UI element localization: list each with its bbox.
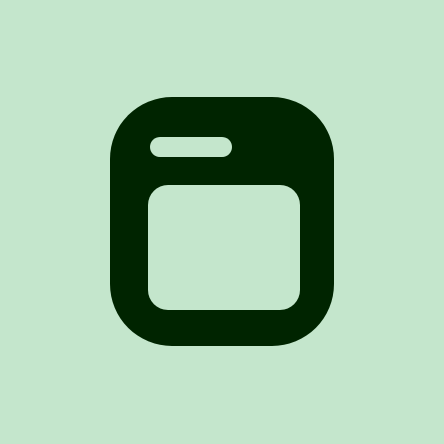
title-bar-pill [150, 137, 232, 157]
content-pane [148, 185, 300, 310]
browser-window-icon [110, 97, 334, 346]
icon-canvas [0, 0, 444, 444]
